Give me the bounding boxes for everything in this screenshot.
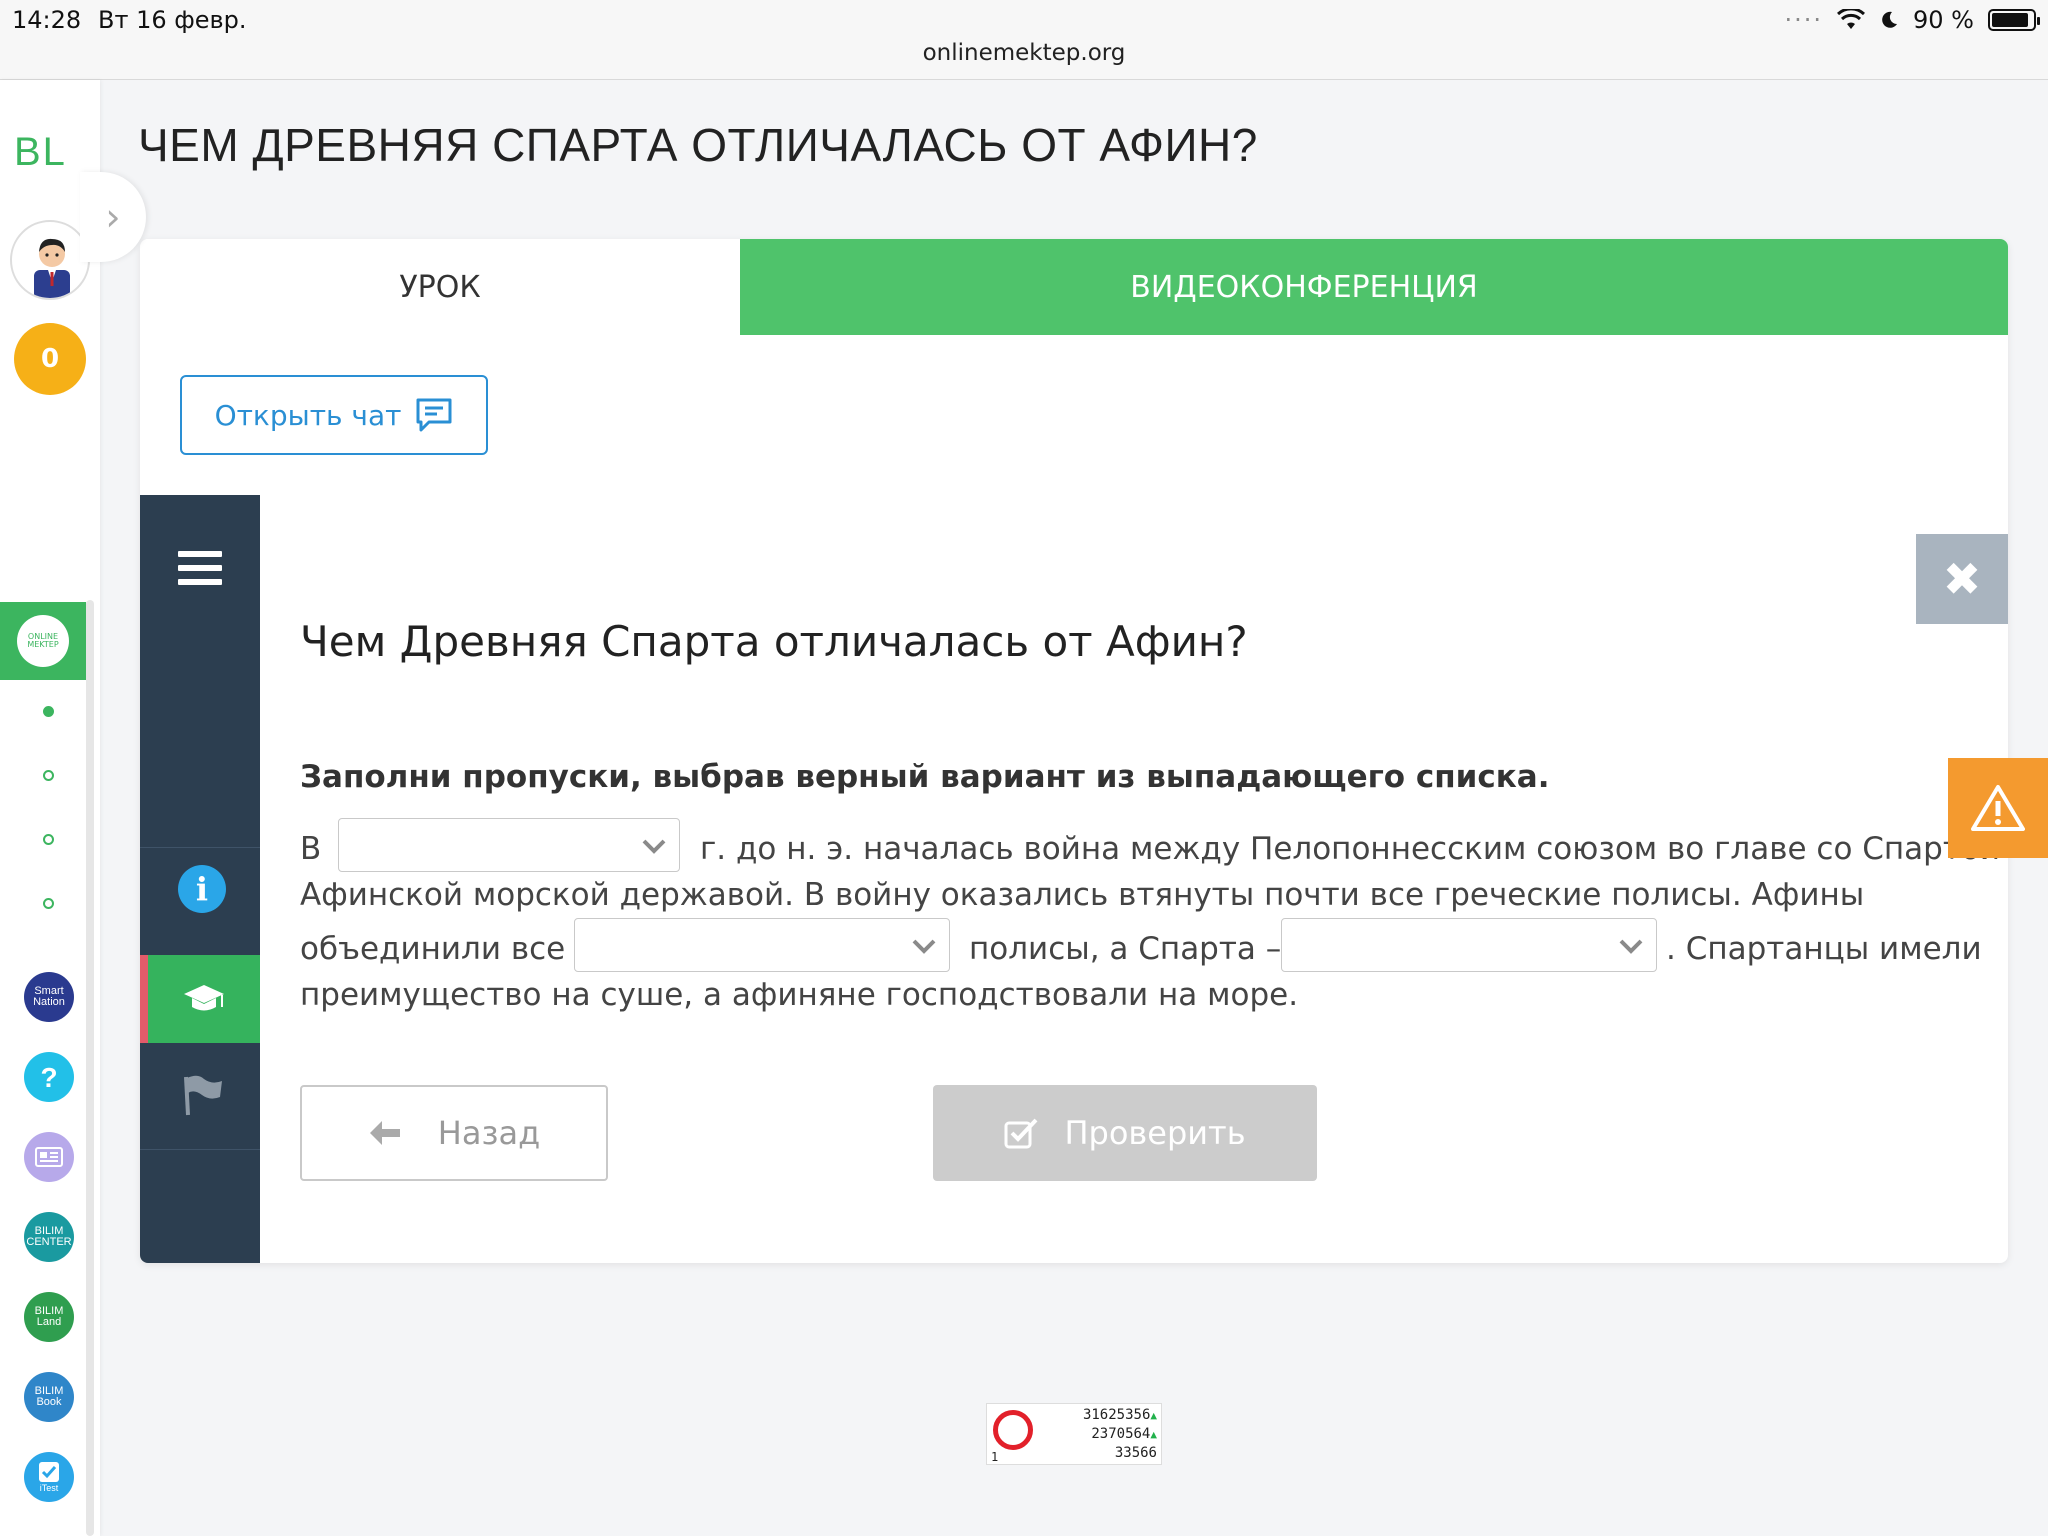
- question-line-3-middle: полисы, а Спарта –: [969, 931, 1282, 967]
- flag-icon[interactable]: [180, 1073, 224, 1121]
- user-avatar-icon: [34, 238, 70, 298]
- question-line-4: преимущество на суше, а афиняне господст…: [300, 977, 1299, 1013]
- check-label: Проверить: [1064, 1114, 1246, 1152]
- left-sidebar: BL 0 ONLINE MEKTEP Smart Nation ? BILIM …: [0, 80, 100, 1536]
- check-button[interactable]: Проверить: [933, 1085, 1317, 1181]
- itest-app-icon[interactable]: iTest: [24, 1452, 74, 1502]
- battery-icon: [1988, 9, 2040, 31]
- open-chat-button[interactable]: Открыть чат: [180, 375, 488, 455]
- chat-icon: [416, 398, 452, 432]
- back-label: Назад: [437, 1114, 541, 1152]
- address-bar[interactable]: onlinemektep.org: [0, 40, 2048, 66]
- visit-counter[interactable]: 1 31625356▲ 2370564▲ 33566: [986, 1403, 1162, 1465]
- avatar[interactable]: [10, 220, 90, 300]
- question-title: Чем Древняя Спарта отличалась от Афин?: [300, 617, 1248, 666]
- sparta-allies-select[interactable]: [1281, 918, 1657, 972]
- sidebar-dot-3[interactable]: [43, 834, 54, 845]
- warning-icon: [1971, 785, 2025, 831]
- newspaper-icon: [35, 1147, 63, 1167]
- coin-counter[interactable]: 0: [14, 323, 86, 395]
- bilim-book-app-icon[interactable]: BILIM Book: [24, 1372, 74, 1422]
- help-app-icon[interactable]: ?: [24, 1052, 74, 1102]
- info-icon[interactable]: i: [178, 865, 226, 913]
- question-line-3-start: объединили все: [300, 931, 566, 967]
- chevron-down-icon: [1619, 939, 1643, 954]
- check-square-icon: [1004, 1118, 1038, 1149]
- bilim-center-app-icon[interactable]: BILIM CENTER: [24, 1212, 74, 1262]
- question-instruction: Заполни пропуски, выбрав верный вариант …: [300, 759, 1550, 795]
- report-problem-button[interactable]: [1948, 758, 2048, 858]
- signal-dots-icon: ····: [1784, 6, 1824, 34]
- lesson-nav-item[interactable]: [140, 955, 260, 1043]
- sidebar-scrollbar[interactable]: [86, 600, 94, 1536]
- graduation-cap-icon: [184, 985, 224, 1011]
- sidebar-dot-1[interactable]: [43, 706, 54, 717]
- page-title: ЧЕМ ДРЕВНЯЯ СПАРТА ОТЛИЧАЛАСЬ ОТ АФИН?: [138, 119, 1258, 171]
- sidebar-dot-4[interactable]: [43, 898, 54, 909]
- news-app-icon[interactable]: [24, 1132, 74, 1182]
- hamburger-menu-icon[interactable]: [178, 551, 222, 593]
- year-select[interactable]: [338, 818, 680, 872]
- sidebar-expand-button[interactable]: ›: [80, 172, 146, 262]
- bilim-land-app-icon[interactable]: BILIM Land: [24, 1292, 74, 1342]
- close-icon: ✖: [1942, 552, 1982, 606]
- question-line-3-end: . Спартанцы имели: [1666, 931, 1982, 967]
- counter-values: 31625356▲ 2370564▲ 33566: [1082, 1407, 1157, 1461]
- online-mektep-logo: ONLINE MEKTEP: [17, 615, 69, 667]
- arrow-left-icon: [369, 1121, 400, 1145]
- wifi-icon: [1837, 9, 1866, 29]
- tab-videoconference[interactable]: ВИДЕОКОНФЕРЕНЦИЯ: [740, 239, 2008, 335]
- open-chat-label: Открыть чат: [214, 398, 402, 432]
- checkbox-icon: [39, 1461, 59, 1482]
- close-button[interactable]: ✖: [1916, 534, 2008, 624]
- status-date: Вт 16 февр.: [98, 6, 247, 34]
- smart-nation-app-icon[interactable]: Smart Nation: [24, 972, 74, 1022]
- status-bar: 14:28 Вт 16 февр. onlinemektep.org ···· …: [0, 0, 2048, 80]
- moon-icon: [1882, 11, 1898, 28]
- lesson-card: УРОК ВИДЕОКОНФЕРЕНЦИЯ Открыть чат i ✖ Че…: [140, 239, 2008, 1263]
- status-time: 14:28: [12, 6, 82, 34]
- sidebar-item-online-mektep[interactable]: ONLINE MEKTEP: [0, 602, 86, 680]
- question-line-1-rest: г. до н. э. началась война между Пелопон…: [700, 831, 2008, 867]
- chevron-down-icon: [912, 939, 936, 954]
- exercise-nav-panel: i: [140, 495, 260, 1263]
- sidebar-dot-2[interactable]: [43, 770, 54, 781]
- battery-percent: 90 %: [1913, 6, 1974, 34]
- status-icons: ···· 90 %: [1784, 6, 2040, 34]
- tab-lesson[interactable]: УРОК: [140, 239, 740, 335]
- athens-allies-select[interactable]: [574, 918, 950, 972]
- chevron-down-icon: [642, 839, 666, 854]
- bl-logo[interactable]: BL: [14, 130, 67, 175]
- chevron-right-icon: ›: [105, 195, 121, 239]
- question-line-2: Афинской морской державой. В войну оказа…: [300, 877, 1865, 913]
- back-button[interactable]: Назад: [300, 1085, 608, 1181]
- counter-logo-icon: [993, 1410, 1033, 1450]
